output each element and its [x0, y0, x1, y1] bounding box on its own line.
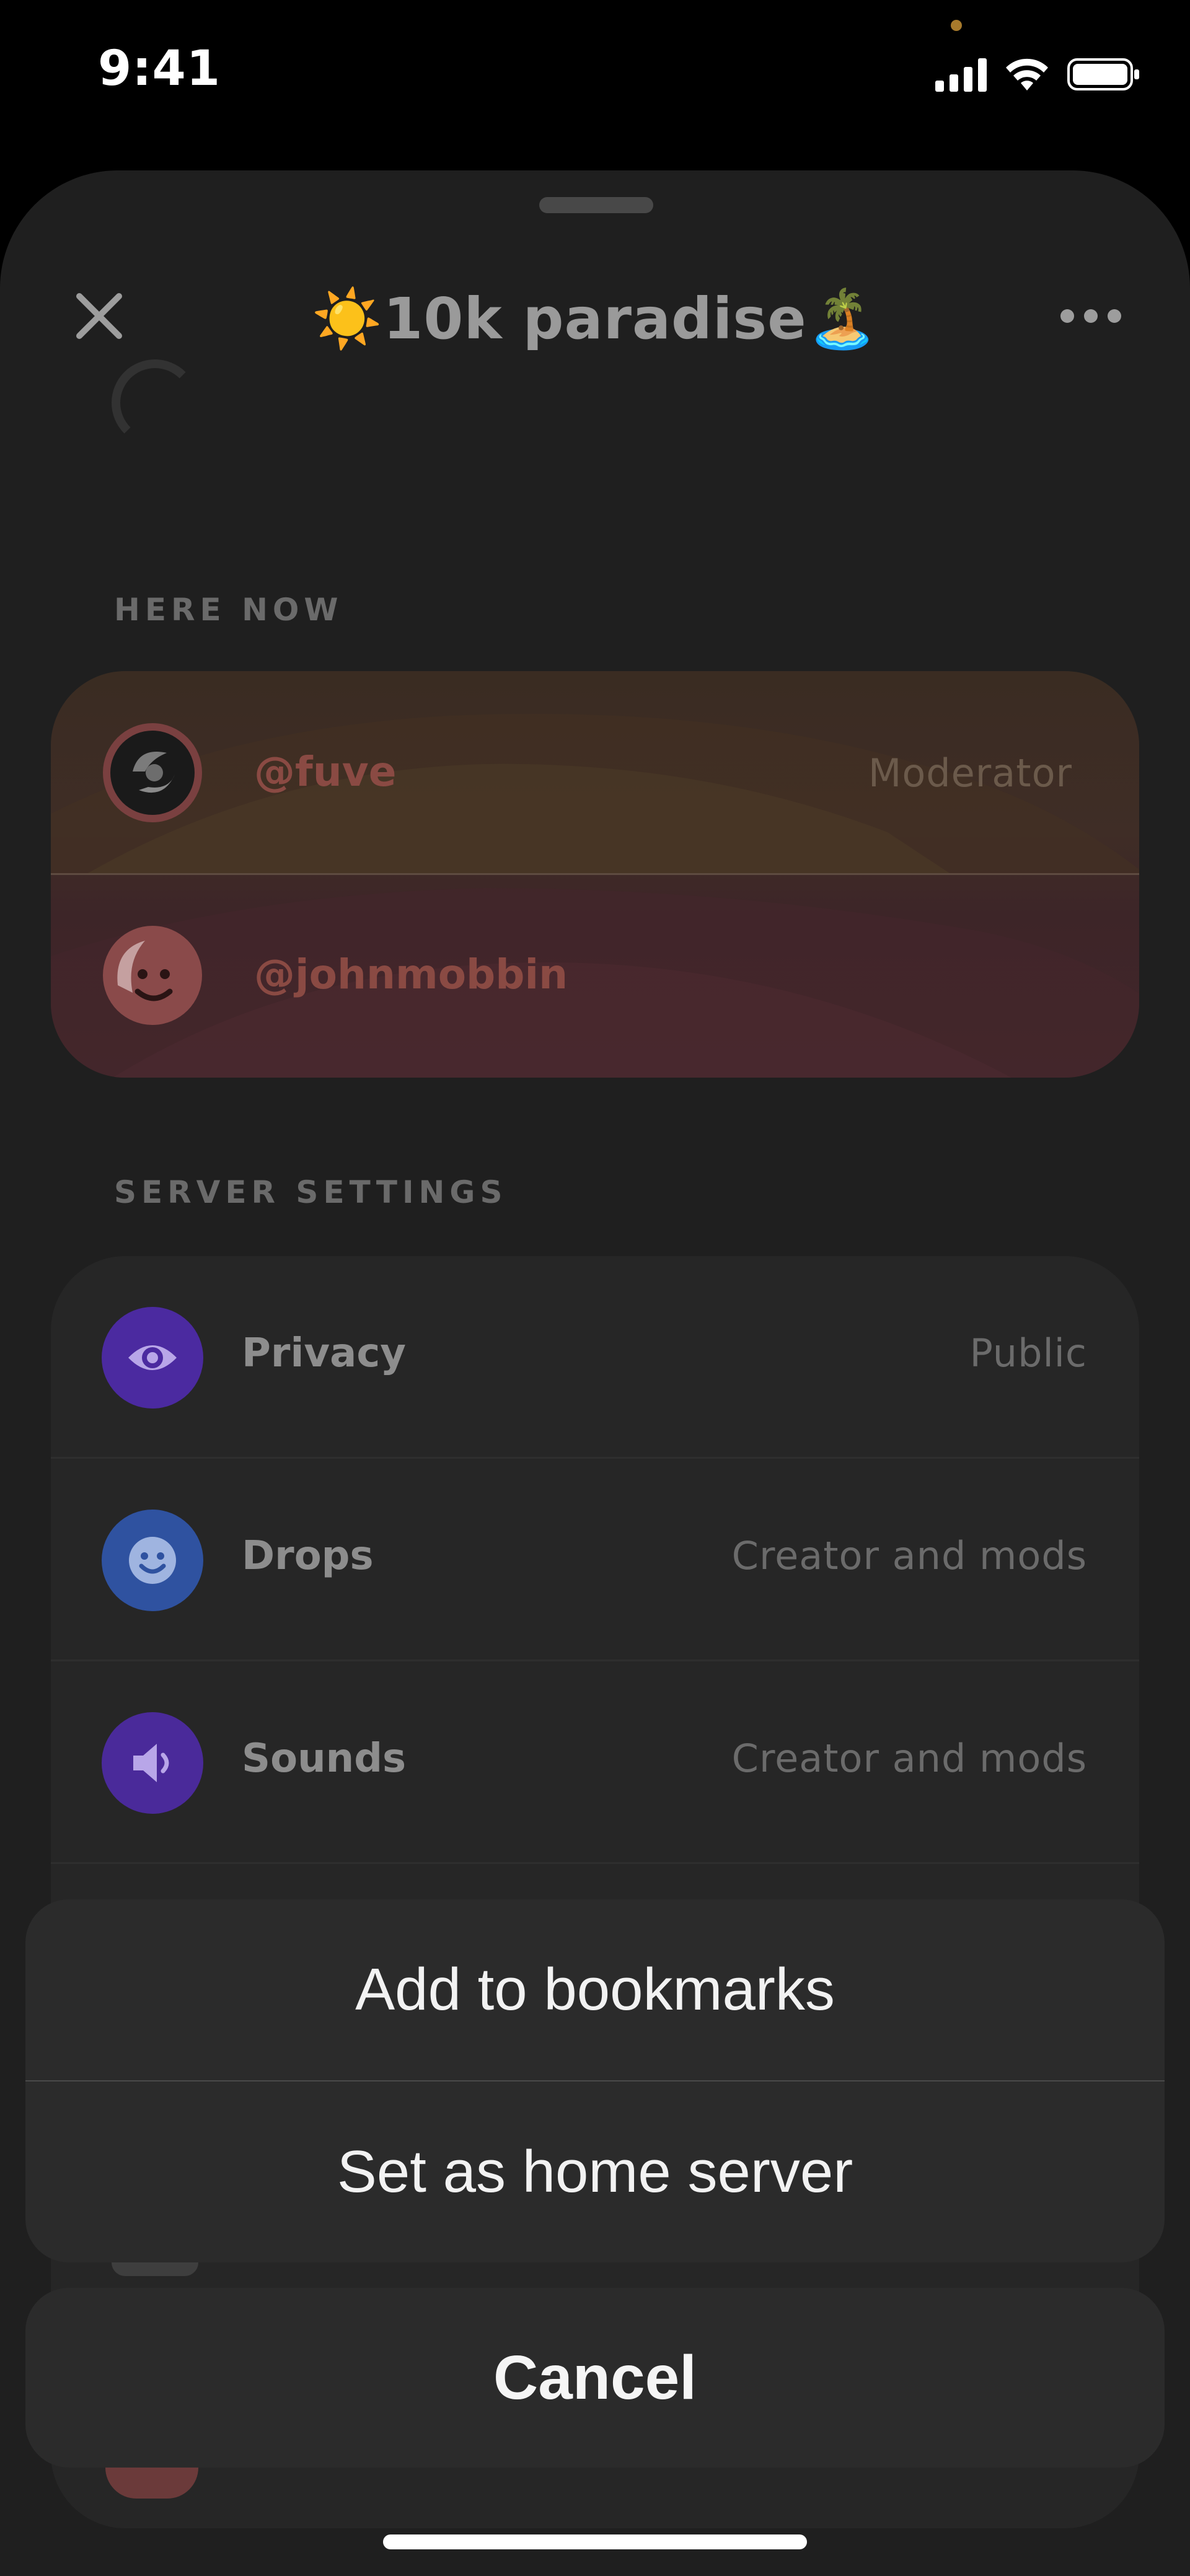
cancel-button[interactable]: Cancel [25, 2288, 1165, 2468]
here-now-card: @fuve Moderator @johnmobbin [51, 671, 1139, 1078]
hidden-setting-icon [112, 2262, 198, 2276]
member-handle: @fuve [254, 748, 397, 796]
setting-value: Creator and mods [731, 1533, 1087, 1578]
setting-value: Creator and mods [731, 1736, 1087, 1781]
avatar [103, 926, 202, 1025]
here-now-label: HERE NOW [114, 592, 343, 628]
setting-row-privacy[interactable]: Privacy Public [51, 1256, 1139, 1459]
avatar [103, 723, 202, 822]
set-as-home-server-button[interactable]: Set as home server [25, 2081, 1165, 2262]
speaker-icon [102, 1712, 203, 1814]
cellular-signal-icon [935, 57, 987, 92]
status-bar: 9:41 [0, 0, 1190, 149]
more-icon [1060, 309, 1074, 323]
close-icon [76, 293, 122, 339]
camera-indicator [951, 20, 962, 31]
member-row[interactable]: @johnmobbin [51, 875, 1139, 1077]
setting-value: Public [969, 1330, 1087, 1376]
status-time: 9:41 [98, 41, 221, 97]
home-indicator[interactable] [383, 2534, 807, 2549]
setting-label: Sounds [242, 1736, 407, 1782]
add-to-bookmarks-button[interactable]: Add to bookmarks [25, 1899, 1165, 2080]
ghost-avatar [112, 359, 198, 446]
sheet-grabber[interactable] [539, 197, 653, 213]
smiley-icon [102, 1510, 203, 1611]
wifi-icon [1006, 58, 1048, 90]
close-button[interactable] [68, 285, 130, 347]
setting-row-sounds[interactable]: Sounds Creator and mods [51, 1661, 1139, 1864]
battery-icon [1067, 58, 1139, 90]
action-sheet: Add to bookmarks Set as home server [25, 1899, 1165, 2262]
setting-label: Privacy [242, 1330, 406, 1376]
setting-row-drops[interactable]: Drops Creator and mods [51, 1459, 1139, 1661]
eye-icon [102, 1307, 203, 1409]
member-row[interactable]: @fuve Moderator [51, 671, 1139, 873]
member-role: Moderator [868, 750, 1072, 796]
setting-label: Drops [242, 1533, 374, 1579]
more-button[interactable] [1054, 291, 1128, 341]
page-title: ☀️10k paradise🏝️ [311, 286, 879, 352]
member-handle: @johnmobbin [254, 951, 568, 998]
server-settings-label: SERVER SETTINGS [114, 1174, 508, 1210]
status-icons [935, 50, 1140, 99]
